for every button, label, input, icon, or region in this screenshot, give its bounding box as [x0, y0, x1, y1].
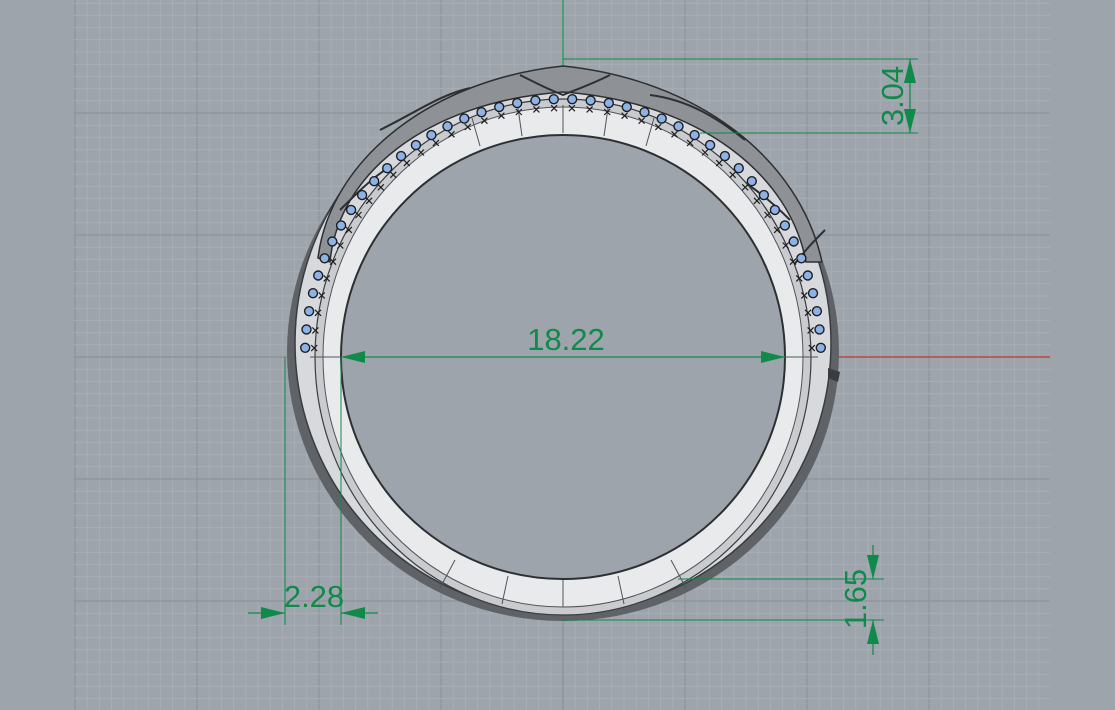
gem-setting [395, 150, 407, 162]
gem-setting [673, 121, 684, 132]
gem-setting [567, 93, 578, 105]
gem-setting [301, 324, 312, 335]
gem-setting [476, 106, 487, 118]
gem-setting [719, 150, 731, 162]
gem-setting [356, 189, 368, 201]
gem-setting [807, 288, 819, 299]
arrowhead-left [261, 607, 285, 619]
gem-setting [656, 113, 667, 124]
gem-setting [621, 101, 632, 113]
gem-setting [319, 253, 330, 264]
gem-setting [746, 175, 757, 187]
dimension-label-inner-diameter: 18.22 [527, 322, 605, 357]
gem-setting [494, 101, 505, 113]
gem-setting [758, 189, 770, 201]
gem-setting [335, 220, 347, 231]
gem-setting [327, 236, 338, 247]
gem-setting [512, 97, 523, 109]
gem-setting [802, 270, 813, 281]
gem-setting [689, 129, 700, 141]
viewport-canvas[interactable]: 18.22 3.04 1.65 2.28 [0, 0, 1115, 710]
gem-setting [345, 204, 357, 216]
gem-setting [788, 236, 799, 247]
gem-setting [426, 129, 437, 141]
gem-setting [548, 93, 559, 105]
gem-setting [307, 288, 319, 299]
gem-setting [303, 306, 315, 317]
gem-setting [814, 324, 825, 335]
front-viewport[interactable]: 18.22 3.04 1.65 2.28 [0, 0, 1115, 710]
arrowhead-right [341, 607, 365, 619]
gem-setting [442, 121, 453, 132]
gem-setting [300, 342, 311, 353]
gem-setting [530, 95, 541, 106]
gem-setting [313, 270, 324, 281]
gem-setting [369, 175, 380, 187]
dimension-label-bottom-thickness: 1.65 [838, 569, 873, 629]
dimension-label-top-height: 3.04 [875, 66, 910, 126]
gem-setting [704, 139, 716, 151]
gem-setting [410, 139, 422, 151]
gem-setting [779, 220, 791, 231]
gem-setting [459, 113, 470, 124]
gem-setting [382, 162, 393, 174]
gem-setting [585, 95, 596, 106]
gem-setting [796, 253, 807, 264]
gem-setting [811, 306, 823, 317]
dimension-label-side-width: 2.28 [284, 579, 344, 614]
gem-setting [733, 162, 744, 174]
gem-setting [603, 97, 614, 109]
gem-setting [639, 106, 650, 118]
gem-setting [815, 342, 826, 353]
gem-setting [769, 204, 781, 216]
